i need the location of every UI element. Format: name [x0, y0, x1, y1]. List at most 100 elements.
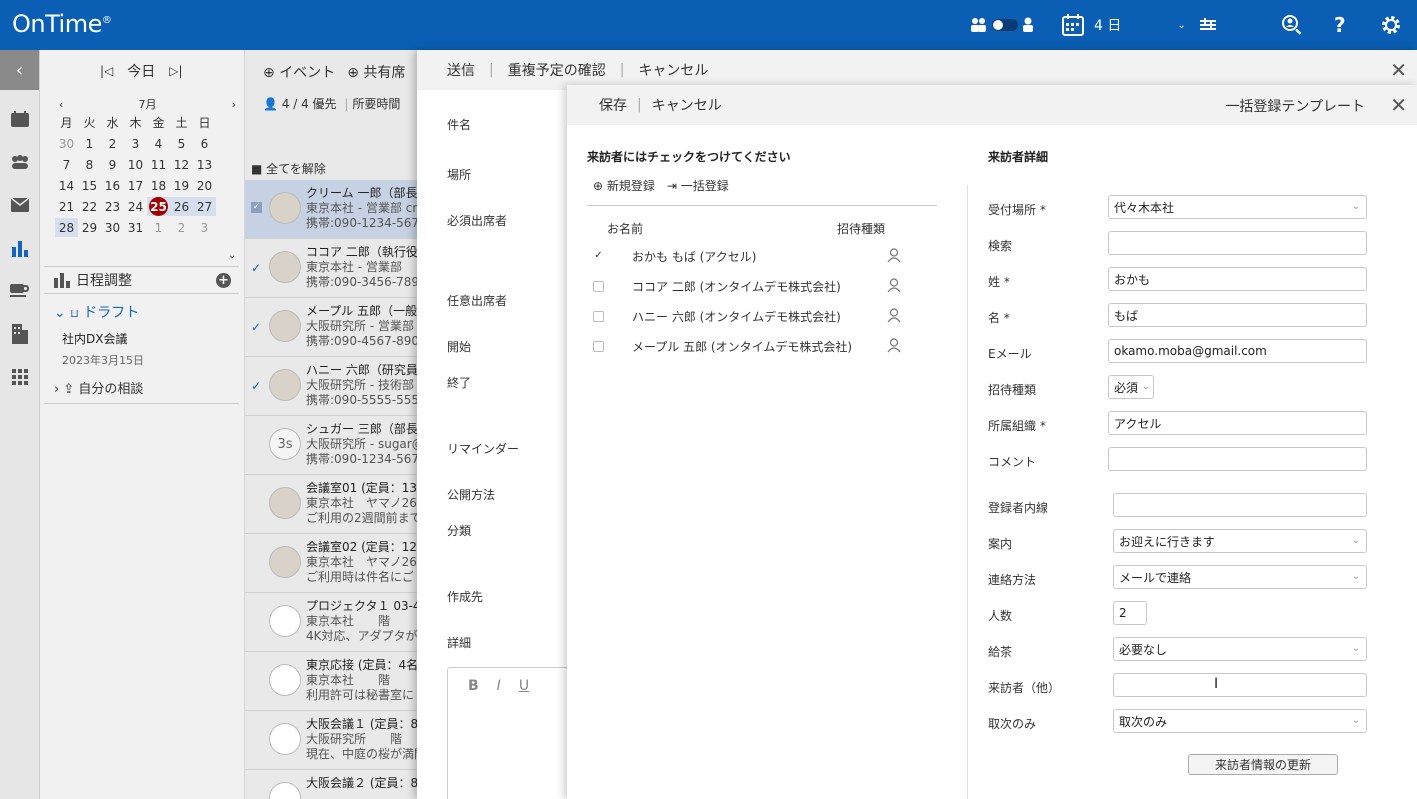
my-consult-folder[interactable]: › ⇪ 自分の相談: [44, 368, 239, 404]
visitor-checkbox[interactable]: [593, 280, 604, 292]
calendar-day[interactable]: 18: [147, 176, 170, 195]
tea-select[interactable]: 必要なし ⌄: [1113, 637, 1367, 661]
calendar-day[interactable]: 1: [78, 134, 101, 153]
contact-select[interactable]: メールで連絡 ⌄: [1113, 565, 1367, 589]
calendar-day[interactable]: 14: [55, 176, 78, 195]
cancel-button[interactable]: キャンセル: [638, 60, 708, 80]
add-event-button[interactable]: ⊕ イベント: [263, 62, 335, 82]
filter-icon[interactable]: [1200, 12, 1216, 38]
collapse-button[interactable]: ‹: [0, 50, 39, 90]
list-item[interactable]: 大阪会議２ (定員：8: [245, 770, 418, 799]
next-week-icon[interactable]: ▷|: [169, 64, 182, 78]
apps-grid-icon[interactable]: [8, 365, 32, 389]
calendar-day[interactable]: 24: [124, 197, 147, 216]
list-item[interactable]: 3s シュガー 三郎（部長） 大阪研究所 - sugar@ 携帯:090-1234-5…: [245, 416, 421, 475]
first-name-input[interactable]: もば: [1108, 303, 1367, 327]
help-icon[interactable]: ?: [1334, 12, 1346, 38]
app-logo[interactable]: OnTime®: [12, 10, 112, 38]
calendar-day[interactable]: 29: [78, 218, 101, 237]
check-icon[interactable]: ✓: [251, 202, 262, 213]
prev-month-icon[interactable]: ‹: [59, 98, 63, 111]
details-editor[interactable]: B I U: [447, 667, 587, 799]
list-item[interactable]: 会議室02 (定員：12名) 東京本社 ヤマノ26 ご利用時は件名にご: [245, 534, 421, 593]
new-register-button[interactable]: ⊕ 新規登録: [593, 177, 655, 194]
toggle-switch[interactable]: [992, 19, 1018, 31]
calendar-day[interactable]: 16: [101, 176, 124, 195]
group-icon[interactable]: [8, 150, 32, 174]
list-item[interactable]: 東京応接 (定員：4名) 東京本社 階利用許可は秘書室に: [245, 652, 421, 711]
calendar-day[interactable]: 30: [55, 134, 78, 153]
guide-select[interactable]: お迎えに行きます ⌄: [1113, 529, 1367, 553]
close-icon[interactable]: ✕: [1390, 93, 1407, 117]
calendar-day[interactable]: 10: [124, 155, 147, 174]
mail-icon[interactable]: [8, 193, 32, 217]
draft-folder[interactable]: ⌄ ⊔ ドラフト: [44, 294, 239, 322]
calendar-day[interactable]: 3: [193, 218, 216, 237]
save-button[interactable]: 保存: [599, 95, 627, 115]
calendar-day[interactable]: 5: [170, 134, 193, 153]
invite-type-select[interactable]: 必須 ⌄: [1108, 375, 1154, 399]
list-item[interactable]: ✓ メープル 五郎（一般） 大阪研究所 - 営業部 携帯:090-4567-8901: [245, 298, 421, 357]
chevron-down-icon[interactable]: ⌄: [1177, 20, 1185, 31]
last-name-input[interactable]: おかも: [1108, 267, 1367, 291]
day-view-select[interactable]: 4 日 ⌄: [1062, 12, 1186, 38]
calendar-day[interactable]: 30: [101, 218, 124, 237]
comment-input[interactable]: [1108, 447, 1367, 471]
list-item[interactable]: プロジェクタ１ 03-4 東京本社 階 4K対応、アダプタが: [245, 593, 421, 652]
calendar-day[interactable]: 12: [170, 155, 193, 174]
calendar-day[interactable]: 19: [170, 176, 193, 195]
calendar-day[interactable]: 21: [55, 197, 78, 216]
calendar-day[interactable]: 17: [124, 176, 147, 195]
draft-item-title[interactable]: 社内DX会議: [44, 322, 239, 347]
calendar-day[interactable]: 8: [78, 155, 101, 174]
calendar-day[interactable]: 4: [147, 134, 170, 153]
visitor-checkbox[interactable]: [593, 340, 604, 352]
next-month-icon[interactable]: ›: [232, 98, 236, 111]
relay-select[interactable]: 取次のみ ⌄: [1113, 709, 1367, 733]
cancel-button[interactable]: キャンセル: [652, 95, 722, 115]
calendar-day[interactable]: 7: [55, 155, 78, 174]
check-icon[interactable]: ✓: [251, 379, 261, 393]
calendar-day[interactable]: 31: [124, 218, 147, 237]
calendar-day[interactable]: 15: [78, 176, 101, 195]
user-search-icon[interactable]: [1281, 12, 1303, 38]
prev-week-icon[interactable]: |◁: [100, 64, 113, 78]
calendar-day[interactable]: 23: [101, 197, 124, 216]
other-visitors-input[interactable]: I: [1113, 673, 1367, 697]
bulk-register-button[interactable]: ⇥ 一括登録: [667, 177, 729, 194]
search-input[interactable]: [1108, 231, 1367, 255]
calendar-day[interactable]: 2: [170, 218, 193, 237]
reception-select[interactable]: 代々木本社 ⌄: [1108, 195, 1367, 219]
gear-icon[interactable]: [1380, 12, 1402, 38]
calendar-day[interactable]: 28: [55, 218, 78, 237]
close-icon[interactable]: ✕: [1390, 58, 1407, 82]
today-button[interactable]: 今日: [127, 61, 155, 81]
list-item[interactable]: ✓ ココア 二郎（執行役員）東京本社 - 営業部携帯:090-3456-7890: [245, 239, 421, 298]
count-input[interactable]: 2: [1113, 601, 1147, 625]
email-field[interactable]: okamo.moba@gmail.com: [1108, 339, 1367, 363]
list-item[interactable]: ✓ クリーム 一郎（部長）東京本社 - 営業部 cream携帯:090-1234-…: [245, 180, 421, 239]
coffee-icon[interactable]: [8, 279, 32, 303]
calendar-day[interactable]: 20: [193, 176, 216, 195]
add-shared-button[interactable]: ⊕ 共有席: [347, 62, 405, 82]
view-toggle[interactable]: [970, 12, 1034, 38]
organization-input[interactable]: アクセル: [1108, 411, 1367, 435]
building-icon[interactable]: [8, 322, 32, 346]
priority-filter[interactable]: 👤 4 / 4 優先 | 所要時間: [263, 95, 400, 112]
add-icon[interactable]: +: [216, 272, 231, 288]
calendar-day[interactable]: 13: [193, 155, 216, 174]
chart-icon[interactable]: [8, 236, 32, 260]
visitor-checkbox[interactable]: [593, 310, 604, 322]
check-duplicate-button[interactable]: 重複予定の確認: [508, 60, 606, 80]
check-icon[interactable]: ✓: [251, 320, 261, 334]
list-item[interactable]: 会議室01 (定員：13名) 東京本社 ヤマノ26 ご利用の2週間前まで: [245, 475, 421, 534]
calendar-day[interactable]: 25: [147, 197, 170, 216]
calendar-day[interactable]: 2: [101, 134, 124, 153]
calendar-day[interactable]: 11: [147, 155, 170, 174]
bold-icon[interactable]: B: [468, 678, 479, 694]
calendar-day[interactable]: 26: [170, 197, 193, 216]
visitor-checkbox[interactable]: ✓: [593, 250, 604, 262]
list-item[interactable]: ✓ ハニー 六郎（研究員） 大阪研究所 - 技術部 携帯:090-5555-5555: [245, 357, 421, 416]
extension-input[interactable]: [1113, 493, 1367, 517]
send-button[interactable]: 送信: [447, 60, 475, 80]
